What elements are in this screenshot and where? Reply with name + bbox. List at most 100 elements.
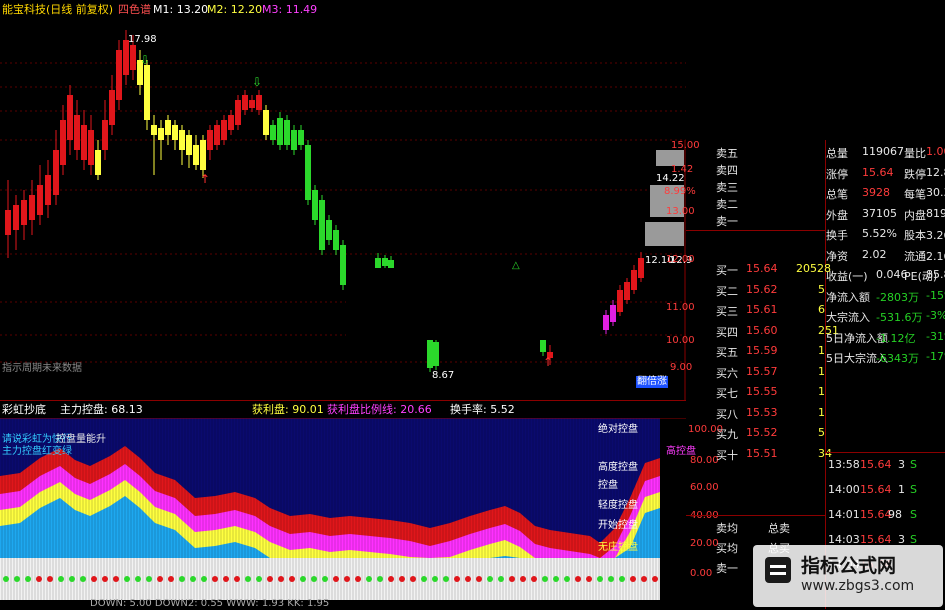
signal-dot	[487, 576, 493, 582]
sell-level-label: 卖四	[716, 164, 738, 177]
sub-note-1: 控盘量能升	[56, 434, 106, 445]
candle-body	[221, 120, 227, 140]
candle-body	[88, 130, 94, 165]
buy-volume: 6	[818, 303, 825, 316]
candle-body	[270, 125, 276, 140]
buy-price: 15.51	[746, 446, 778, 460]
watermark: 指标公式网 www.zbgs3.com	[753, 545, 943, 607]
signal-dot	[531, 576, 537, 582]
stat-value: 5.52%	[862, 227, 897, 240]
stat-value: -6343万	[876, 352, 919, 365]
order-book-row: 买九 15.52 5	[686, 424, 826, 441]
signal-dot	[267, 576, 273, 582]
low-price-label: 8.67	[432, 370, 455, 381]
signal-dot	[465, 576, 471, 582]
candle-body	[235, 100, 241, 125]
doubling-tag: 翻倍涨	[636, 376, 668, 388]
order-book-row: 买二 15.62 5	[686, 281, 826, 298]
stat-value-2: 2.16亿	[926, 249, 945, 263]
candle-body	[263, 110, 269, 135]
signal-dot	[586, 576, 592, 582]
candle-body	[540, 340, 546, 352]
stat-row: 净资 2.02 流通2.16亿	[826, 246, 945, 263]
order-book-row: 卖四	[686, 160, 826, 177]
down-arrow-icon: ↑	[200, 172, 210, 186]
buy-volume: 1	[818, 405, 825, 419]
stat-value-2: 12.80	[926, 165, 945, 179]
redacted-block	[346, 268, 598, 340]
candle-body	[433, 342, 439, 366]
legend-item: 轻度控盘	[598, 500, 638, 511]
tick-direction: S	[910, 483, 917, 496]
signal-dot	[234, 576, 240, 582]
order-book-row: 买四 15.60 251	[686, 322, 839, 339]
candle-body	[375, 258, 381, 268]
chart-gap	[534, 0, 686, 140]
future-data-note: 指示周期未来数据	[2, 363, 82, 374]
stat-value-2: 81962	[926, 206, 945, 220]
candle-body	[249, 100, 255, 108]
buy-price: 15.60	[746, 323, 778, 337]
candle-body	[333, 230, 339, 250]
signal-dot	[36, 576, 42, 582]
buy-level-label: 买六	[716, 366, 738, 380]
stat-row: 涨停 15.64 跌停12.80	[826, 164, 945, 181]
buy-level-label: 买一	[716, 264, 738, 277]
tick-volume: 98	[888, 508, 902, 521]
signal-dot	[355, 576, 361, 582]
buy-level-label: 买九	[716, 428, 738, 441]
candle-body	[319, 200, 325, 250]
sell-level-label: 卖五	[716, 147, 738, 160]
avg-label: 卖一	[716, 562, 738, 575]
main-control-value: 主力控盘: 68.13	[60, 403, 143, 416]
buy-level-label: 买十	[716, 448, 738, 462]
stat-row: 13:58 15.64 3 S	[826, 456, 945, 473]
stat-row: 收益(一)0.046PE(动)85.8	[826, 266, 945, 283]
stat-value-2: 1.00	[926, 145, 945, 158]
signal-dot	[212, 576, 218, 582]
signal-dot	[168, 576, 174, 582]
book-divider	[686, 515, 826, 516]
stat-key-2: 股本	[904, 229, 926, 242]
signal-dot	[69, 576, 75, 582]
buy-volume: 5	[818, 282, 825, 296]
watermark-url: www.zbgs3.com	[801, 578, 915, 594]
buy-level-label: 买三	[716, 305, 738, 318]
signal-dot	[498, 576, 504, 582]
signal-dot	[3, 576, 9, 582]
stat-value-2: -17%	[926, 350, 945, 363]
stat-key-2: 流通	[904, 249, 926, 263]
candlestick-chart[interactable]: ↑ ⇩ ⇩ ↑ △	[0, 0, 686, 400]
candle-body	[256, 95, 262, 110]
stat-value: -2803万	[876, 290, 919, 304]
buy-level-label: 买四	[716, 325, 738, 339]
candle-body	[5, 210, 11, 235]
stat-row: 总量 119067量比1.00	[826, 143, 945, 160]
buy-price: 15.61	[746, 303, 778, 316]
signal-dot	[432, 576, 438, 582]
stat-key: 外盘	[826, 208, 848, 222]
legend-item: 开始控盘	[598, 520, 638, 531]
candle-body	[29, 195, 35, 220]
order-book-row: 卖一	[686, 211, 826, 228]
buy-volume: 1	[818, 364, 825, 378]
bottom-status-bar: DOWN: 5.00 DOWN2: 0.55 WWW: 1.93 KK: 1.9…	[90, 598, 330, 609]
signal-dot	[410, 576, 416, 582]
signal-dot	[322, 576, 328, 582]
stat-value-2: -15%	[926, 288, 945, 302]
signal-dot	[124, 576, 130, 582]
buy-price: 15.55	[746, 385, 778, 398]
candle-body	[214, 125, 220, 145]
signal-dot	[377, 576, 383, 582]
stat-value: 0.046	[876, 268, 908, 281]
price-box	[645, 222, 684, 246]
order-book-row: 买十 15.51 34	[686, 445, 832, 462]
stat-key: 净流入额	[826, 290, 870, 304]
candle-body	[305, 145, 311, 200]
signal-dot	[520, 576, 526, 582]
candle-body	[298, 130, 304, 145]
stat-value-2: -3%	[926, 309, 945, 322]
candle-body	[144, 65, 150, 120]
legend-item: 无庄控盘	[598, 542, 638, 553]
buy-level-label: 买五	[716, 346, 738, 359]
